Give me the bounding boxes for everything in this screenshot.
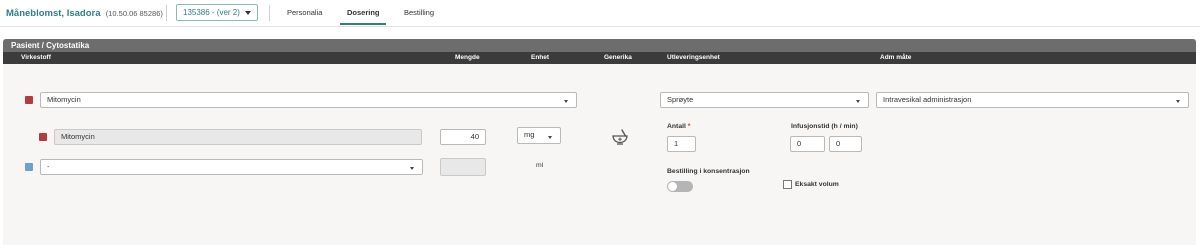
adm-mate-value: Intravesikal administrasjon (883, 95, 972, 104)
color-marker-red (25, 96, 33, 104)
col-enhet: Enhet (531, 54, 550, 61)
utleveringsenhet-value: Sprøyte (667, 95, 694, 104)
enhet-ml: ml (536, 162, 544, 169)
infusjon-minutes-input[interactable]: 0 (829, 136, 862, 152)
antall-label: Antall * (667, 123, 690, 130)
chevron-down-icon (410, 167, 414, 170)
col-utleveringsenhet: Utleveringsenhet (667, 54, 720, 61)
antall-input[interactable]: 1 (667, 136, 696, 152)
antall-label-text: Antall (667, 123, 686, 130)
cytostatika-panel: Pasient / Cytostatika Virkestoff Mengde … (3, 39, 1196, 245)
eksakt-volum-checkbox[interactable] (783, 180, 792, 189)
mortar-pestle-icon[interactable] (611, 129, 629, 145)
virkestoff-field-disabled: Mitomycin (54, 129, 422, 145)
panel-title: Pasient / Cytostatika (11, 41, 90, 50)
eksakt-volum-label: Eksakt volum (795, 181, 839, 188)
adm-mate-select[interactable]: Intravesikal administrasjon (876, 92, 1189, 108)
chevron-down-icon (245, 11, 251, 15)
tab-dosering[interactable]: Dosering (347, 8, 380, 17)
tab-bestilling[interactable]: Bestilling (404, 8, 434, 17)
virkestoff-value: - (47, 162, 50, 171)
bestilling-konsentrasjon-toggle[interactable] (667, 181, 693, 192)
top-bar: Måneblomst, Isadora (10.50.06 85286) 135… (0, 0, 1200, 27)
toggle-knob (668, 182, 677, 191)
color-marker-red (39, 133, 47, 141)
version-value: 135386 - (ver 2) (183, 8, 240, 17)
bestilling-konsentrasjon-label: Bestilling i konsentrasjon (667, 168, 750, 175)
chevron-down-icon (548, 136, 552, 139)
virkestoff-value: Mitomycin (47, 95, 81, 104)
patient-info: Måneblomst, Isadora (10.50.06 85286) (6, 8, 163, 19)
required-marker: * (687, 123, 691, 130)
color-marker-blue (25, 163, 33, 171)
virkestoff-select-2[interactable]: - (40, 159, 423, 175)
active-tab-indicator (340, 23, 386, 25)
chevron-down-icon (564, 100, 568, 103)
panel-header: Pasient / Cytostatika (3, 39, 1196, 52)
column-header-row: Virkestoff Mengde Enhet Generika Utlever… (3, 52, 1196, 64)
col-virkestoff: Virkestoff (21, 54, 51, 61)
chevron-down-icon (1176, 100, 1180, 103)
virkestoff-select[interactable]: Mitomycin (40, 92, 577, 108)
virkestoff-value: Mitomycin (61, 132, 95, 141)
infusjon-hours-input[interactable]: 0 (790, 136, 825, 152)
mengde-input-disabled (440, 158, 486, 176)
patient-id: (10.50.06 85286) (105, 9, 163, 18)
infusjonstid-label: Infusjonstid (h / min) (791, 123, 858, 130)
col-mengde: Mengde (455, 54, 480, 61)
divider (269, 5, 270, 21)
divider (166, 5, 167, 21)
col-generika: Generika (604, 54, 632, 61)
utleveringsenhet-select[interactable]: Sprøyte (660, 92, 869, 108)
version-select[interactable]: 135386 - (ver 2) (176, 4, 258, 21)
mengde-input[interactable]: 40 (440, 129, 486, 145)
enhet-select[interactable]: mg (517, 127, 561, 144)
tab-personalia[interactable]: Personalia (287, 8, 322, 17)
chevron-down-icon (856, 100, 860, 103)
col-adm-mate: Adm måte (880, 54, 912, 61)
patient-name: Måneblomst, Isadora (6, 8, 101, 19)
enhet-value: mg (524, 130, 535, 139)
